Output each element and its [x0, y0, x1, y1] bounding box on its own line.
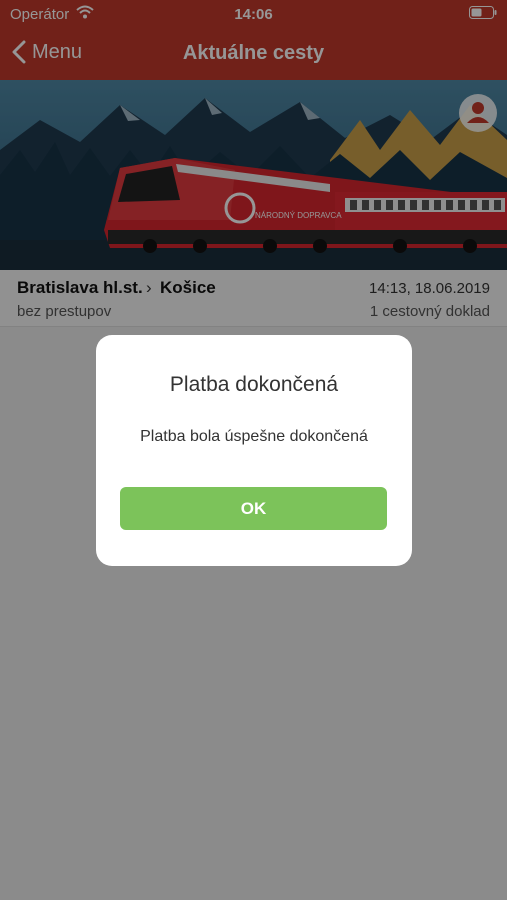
payment-complete-dialog: Platba dokončená Platba bola úspešne dok… [96, 335, 412, 566]
dialog-title: Platba dokončená [169, 373, 339, 396]
ok-button[interactable]: OK [120, 487, 387, 530]
dialog-message: Platba bola úspešne dokončená [140, 428, 368, 445]
